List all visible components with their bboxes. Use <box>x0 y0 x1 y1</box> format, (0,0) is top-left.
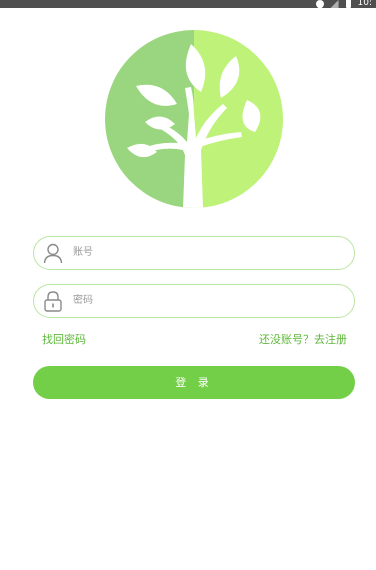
signal-icon <box>330 0 339 8</box>
user-icon <box>43 243 63 264</box>
register-link[interactable]: 还没账号？去注册 <box>259 333 347 347</box>
tree-logo-icon <box>105 30 283 208</box>
password-field[interactable]: 密码 <box>33 284 355 318</box>
username-field[interactable]: 账号 <box>33 236 355 270</box>
logo-left-half <box>105 30 194 208</box>
forgot-password-link[interactable]: 找回密码 <box>42 333 86 347</box>
status-icons: 10: <box>313 0 372 8</box>
wifi-icon <box>313 0 326 8</box>
logo-right-half <box>194 30 283 208</box>
status-bar: 10: <box>0 0 376 8</box>
username-placeholder: 账号 <box>73 247 93 258</box>
password-placeholder: 密码 <box>73 295 93 306</box>
battery-icon <box>345 0 351 8</box>
login-button[interactable]: 登 录 <box>33 366 355 399</box>
status-time: 10: <box>357 0 372 8</box>
lock-icon <box>44 291 62 312</box>
